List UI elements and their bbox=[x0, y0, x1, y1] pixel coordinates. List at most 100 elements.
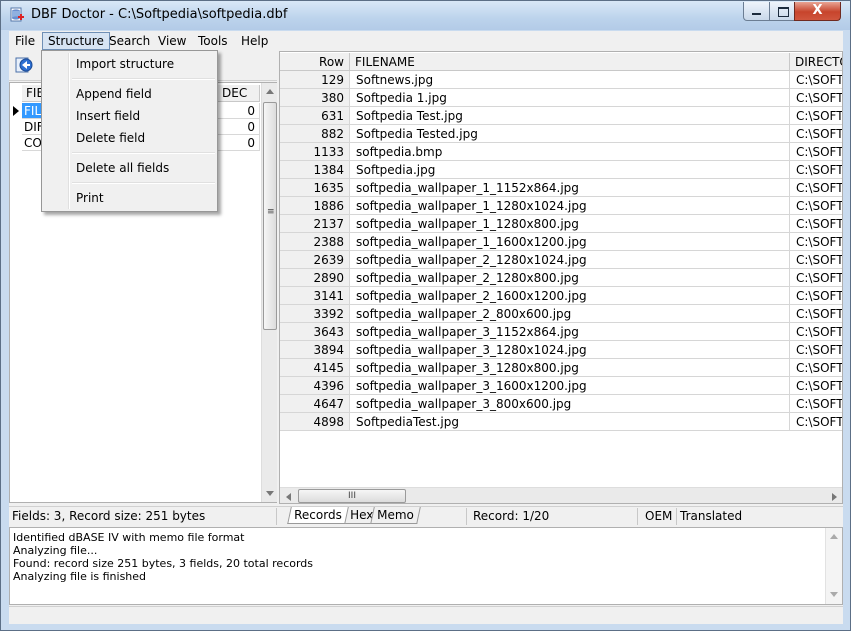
table-row[interactable]: 3392 softpedia_wallpaper_2_800x600.jpg C:\… bbox=[280, 305, 842, 323]
table-row[interactable]: 2388 softpedia_wallpaper_1_1600x1200.jpg C… bbox=[280, 233, 842, 251]
filename-cell[interactable]: softpedia_wallpaper_2_1600x1200.jpg bbox=[350, 287, 790, 305]
scroll-left-arrow-icon[interactable] bbox=[286, 493, 291, 501]
menu-delete-field[interactable]: Delete field bbox=[76, 128, 145, 148]
directory-cell[interactable]: C:\SOFTP bbox=[790, 125, 842, 143]
title-bar[interactable]: DBF Doctor - C:\Softpedia\softpedia.dbf … bbox=[1, 1, 850, 30]
filename-cell[interactable]: Softpedia Test.jpg bbox=[350, 107, 790, 125]
col-filename-header[interactable]: FILENAME bbox=[350, 53, 790, 71]
table-row[interactable]: 2137 softpedia_wallpaper_1_1280x800.jpg C:… bbox=[280, 215, 842, 233]
field-dec-cell[interactable]: 0 bbox=[218, 135, 260, 151]
row-offset-cell[interactable]: 2639 bbox=[280, 251, 350, 269]
table-row[interactable]: 3643 softpedia_wallpaper_3_1152x864.jpg C:… bbox=[280, 323, 842, 341]
table-row[interactable]: 1635 softpedia_wallpaper_1_1152x864.jpg C:… bbox=[280, 179, 842, 197]
records-horizontal-scrollbar[interactable]: III bbox=[280, 487, 842, 503]
log-vertical-scrollbar[interactable] bbox=[825, 528, 842, 604]
scroll-right-arrow-icon[interactable] bbox=[832, 493, 837, 501]
directory-cell[interactable]: C:\SOFTP bbox=[790, 107, 842, 125]
table-row[interactable]: 4898SoftpediaTest.jpgC:\SOFTP bbox=[280, 413, 842, 431]
directory-cell[interactable]: C:\SOFTP bbox=[790, 71, 842, 89]
filename-cell[interactable]: softpedia_wallpaper_1_1600x1200.jpg bbox=[350, 233, 790, 251]
filename-cell[interactable]: SoftpediaTest.jpg bbox=[350, 413, 790, 431]
row-offset-cell[interactable]: 4145 bbox=[280, 359, 350, 377]
table-row[interactable]: 631Softpedia Test.jpgC:\SOFTP bbox=[280, 107, 842, 125]
menu-import-structure[interactable]: Import structure bbox=[76, 54, 174, 74]
directory-cell[interactable]: C:\SOFTP bbox=[790, 287, 842, 305]
table-row[interactable]: 4396 softpedia_wallpaper_3_1600x1200.jpg C… bbox=[280, 377, 842, 395]
row-offset-cell[interactable]: 1384 bbox=[280, 161, 350, 179]
row-offset-cell[interactable]: 3141 bbox=[280, 287, 350, 305]
row-offset-cell[interactable]: 4898 bbox=[280, 413, 350, 431]
directory-cell[interactable]: C:\SOFTP bbox=[790, 143, 842, 161]
menu-help[interactable]: Help bbox=[235, 32, 274, 50]
field-dec-cell[interactable]: 0 bbox=[218, 103, 260, 119]
table-row[interactable]: 129Softnews.jpgC:\SOFTP bbox=[280, 71, 842, 89]
directory-cell[interactable]: C:\SOFTP bbox=[790, 341, 842, 359]
menu-insert-field[interactable]: Insert field bbox=[76, 106, 140, 126]
fields-col-dec-header[interactable]: DEC bbox=[218, 85, 260, 102]
scroll-thumb[interactable]: III bbox=[298, 489, 406, 503]
table-row[interactable]: 3894 softpedia_wallpaper_3_1280x1024.jpg C… bbox=[280, 341, 842, 359]
row-offset-cell[interactable]: 380 bbox=[280, 89, 350, 107]
table-row[interactable]: 4145 softpedia_wallpaper_3_1280x800.jpg C:… bbox=[280, 359, 842, 377]
scroll-up-arrow-icon[interactable] bbox=[266, 89, 274, 94]
row-offset-cell[interactable]: 1133 bbox=[280, 143, 350, 161]
row-offset-cell[interactable]: 3643 bbox=[280, 323, 350, 341]
import-arrow-icon[interactable] bbox=[15, 56, 33, 74]
table-row[interactable]: 882Softpedia Tested.jpgC:\SOFTP bbox=[280, 125, 842, 143]
menu-search[interactable]: Search bbox=[103, 32, 156, 50]
filename-cell[interactable]: softpedia_wallpaper_2_1280x800.jpg bbox=[350, 269, 790, 287]
directory-cell[interactable]: C:\SOFTP bbox=[790, 215, 842, 233]
fields-vertical-scrollbar[interactable] bbox=[261, 83, 278, 502]
directory-cell[interactable]: C:\SOFTP bbox=[790, 233, 842, 251]
row-offset-cell[interactable]: 882 bbox=[280, 125, 350, 143]
directory-cell[interactable]: C:\SOFTP bbox=[790, 197, 842, 215]
close-button[interactable]: X bbox=[794, 2, 841, 21]
scroll-down-arrow-icon[interactable] bbox=[266, 491, 274, 496]
directory-cell[interactable]: C:\SOFTP bbox=[790, 305, 842, 323]
row-offset-cell[interactable]: 3392 bbox=[280, 305, 350, 323]
table-row[interactable]: 2890 softpedia_wallpaper_2_1280x800.jpg C:… bbox=[280, 269, 842, 287]
directory-cell[interactable]: C:\SOFTP bbox=[790, 359, 842, 377]
filename-cell[interactable]: softpedia_wallpaper_1_1152x864.jpg bbox=[350, 179, 790, 197]
filename-cell[interactable]: Softnews.jpg bbox=[350, 71, 790, 89]
directory-cell[interactable]: C:\SOFTP bbox=[790, 179, 842, 197]
row-offset-cell[interactable]: 3894 bbox=[280, 341, 350, 359]
row-offset-cell[interactable]: 4647 bbox=[280, 395, 350, 413]
col-row-offset-header[interactable]: Row offset bbox=[280, 53, 350, 87]
filename-cell[interactable]: Softpedia 1.jpg bbox=[350, 89, 790, 107]
filename-cell[interactable]: softpedia_wallpaper_3_800x600.jpg bbox=[350, 395, 790, 413]
menu-view[interactable]: View bbox=[152, 32, 192, 50]
directory-cell[interactable]: C:\SOFTP bbox=[790, 377, 842, 395]
filename-cell[interactable]: Softpedia.jpg bbox=[350, 161, 790, 179]
filename-cell[interactable]: softpedia_wallpaper_1_1280x800.jpg bbox=[350, 215, 790, 233]
row-offset-cell[interactable]: 129 bbox=[280, 71, 350, 89]
row-offset-cell[interactable]: 2137 bbox=[280, 215, 350, 233]
table-row[interactable]: 3141 softpedia_wallpaper_2_1600x1200.jpg C… bbox=[280, 287, 842, 305]
directory-cell[interactable]: C:\SOFTP bbox=[790, 323, 842, 341]
row-offset-cell[interactable]: 1886 bbox=[280, 197, 350, 215]
scroll-down-arrow-icon[interactable] bbox=[830, 592, 838, 597]
field-dec-cell[interactable]: 0 bbox=[218, 119, 260, 135]
table-row[interactable]: 1133softpedia.bmpC:\SOFTP bbox=[280, 143, 842, 161]
col-directory-header[interactable]: DIRECTO bbox=[790, 53, 842, 71]
directory-cell[interactable]: C:\SOFTP bbox=[790, 161, 842, 179]
directory-cell[interactable]: C:\SOFTP bbox=[790, 413, 842, 431]
row-offset-cell[interactable]: 631 bbox=[280, 107, 350, 125]
filename-cell[interactable]: softpedia_wallpaper_2_1280x1024.jpg bbox=[350, 251, 790, 269]
filename-cell[interactable]: softpedia_wallpaper_3_1280x1024.jpg bbox=[350, 341, 790, 359]
filename-cell[interactable]: softpedia_wallpaper_2_800x600.jpg bbox=[350, 305, 790, 323]
minimize-button[interactable] bbox=[743, 2, 770, 21]
scroll-up-arrow-icon[interactable] bbox=[830, 534, 838, 539]
table-row[interactable]: 1384Softpedia.jpgC:\SOFTP bbox=[280, 161, 842, 179]
row-offset-cell[interactable]: 1635 bbox=[280, 179, 350, 197]
row-offset-cell[interactable]: 4396 bbox=[280, 377, 350, 395]
row-offset-cell[interactable]: 2890 bbox=[280, 269, 350, 287]
filename-cell[interactable]: softpedia.bmp bbox=[350, 143, 790, 161]
row-offset-cell[interactable]: 2388 bbox=[280, 233, 350, 251]
directory-cell[interactable]: C:\SOFTP bbox=[790, 251, 842, 269]
table-row[interactable]: 4647 softpedia_wallpaper_3_800x600.jpg C:\… bbox=[280, 395, 842, 413]
directory-cell[interactable]: C:\SOFTP bbox=[790, 395, 842, 413]
directory-cell[interactable]: C:\SOFTP bbox=[790, 269, 842, 287]
table-row[interactable]: 2639 softpedia_wallpaper_2_1280x1024.jpg C… bbox=[280, 251, 842, 269]
menu-append-field[interactable]: Append field bbox=[76, 84, 152, 104]
